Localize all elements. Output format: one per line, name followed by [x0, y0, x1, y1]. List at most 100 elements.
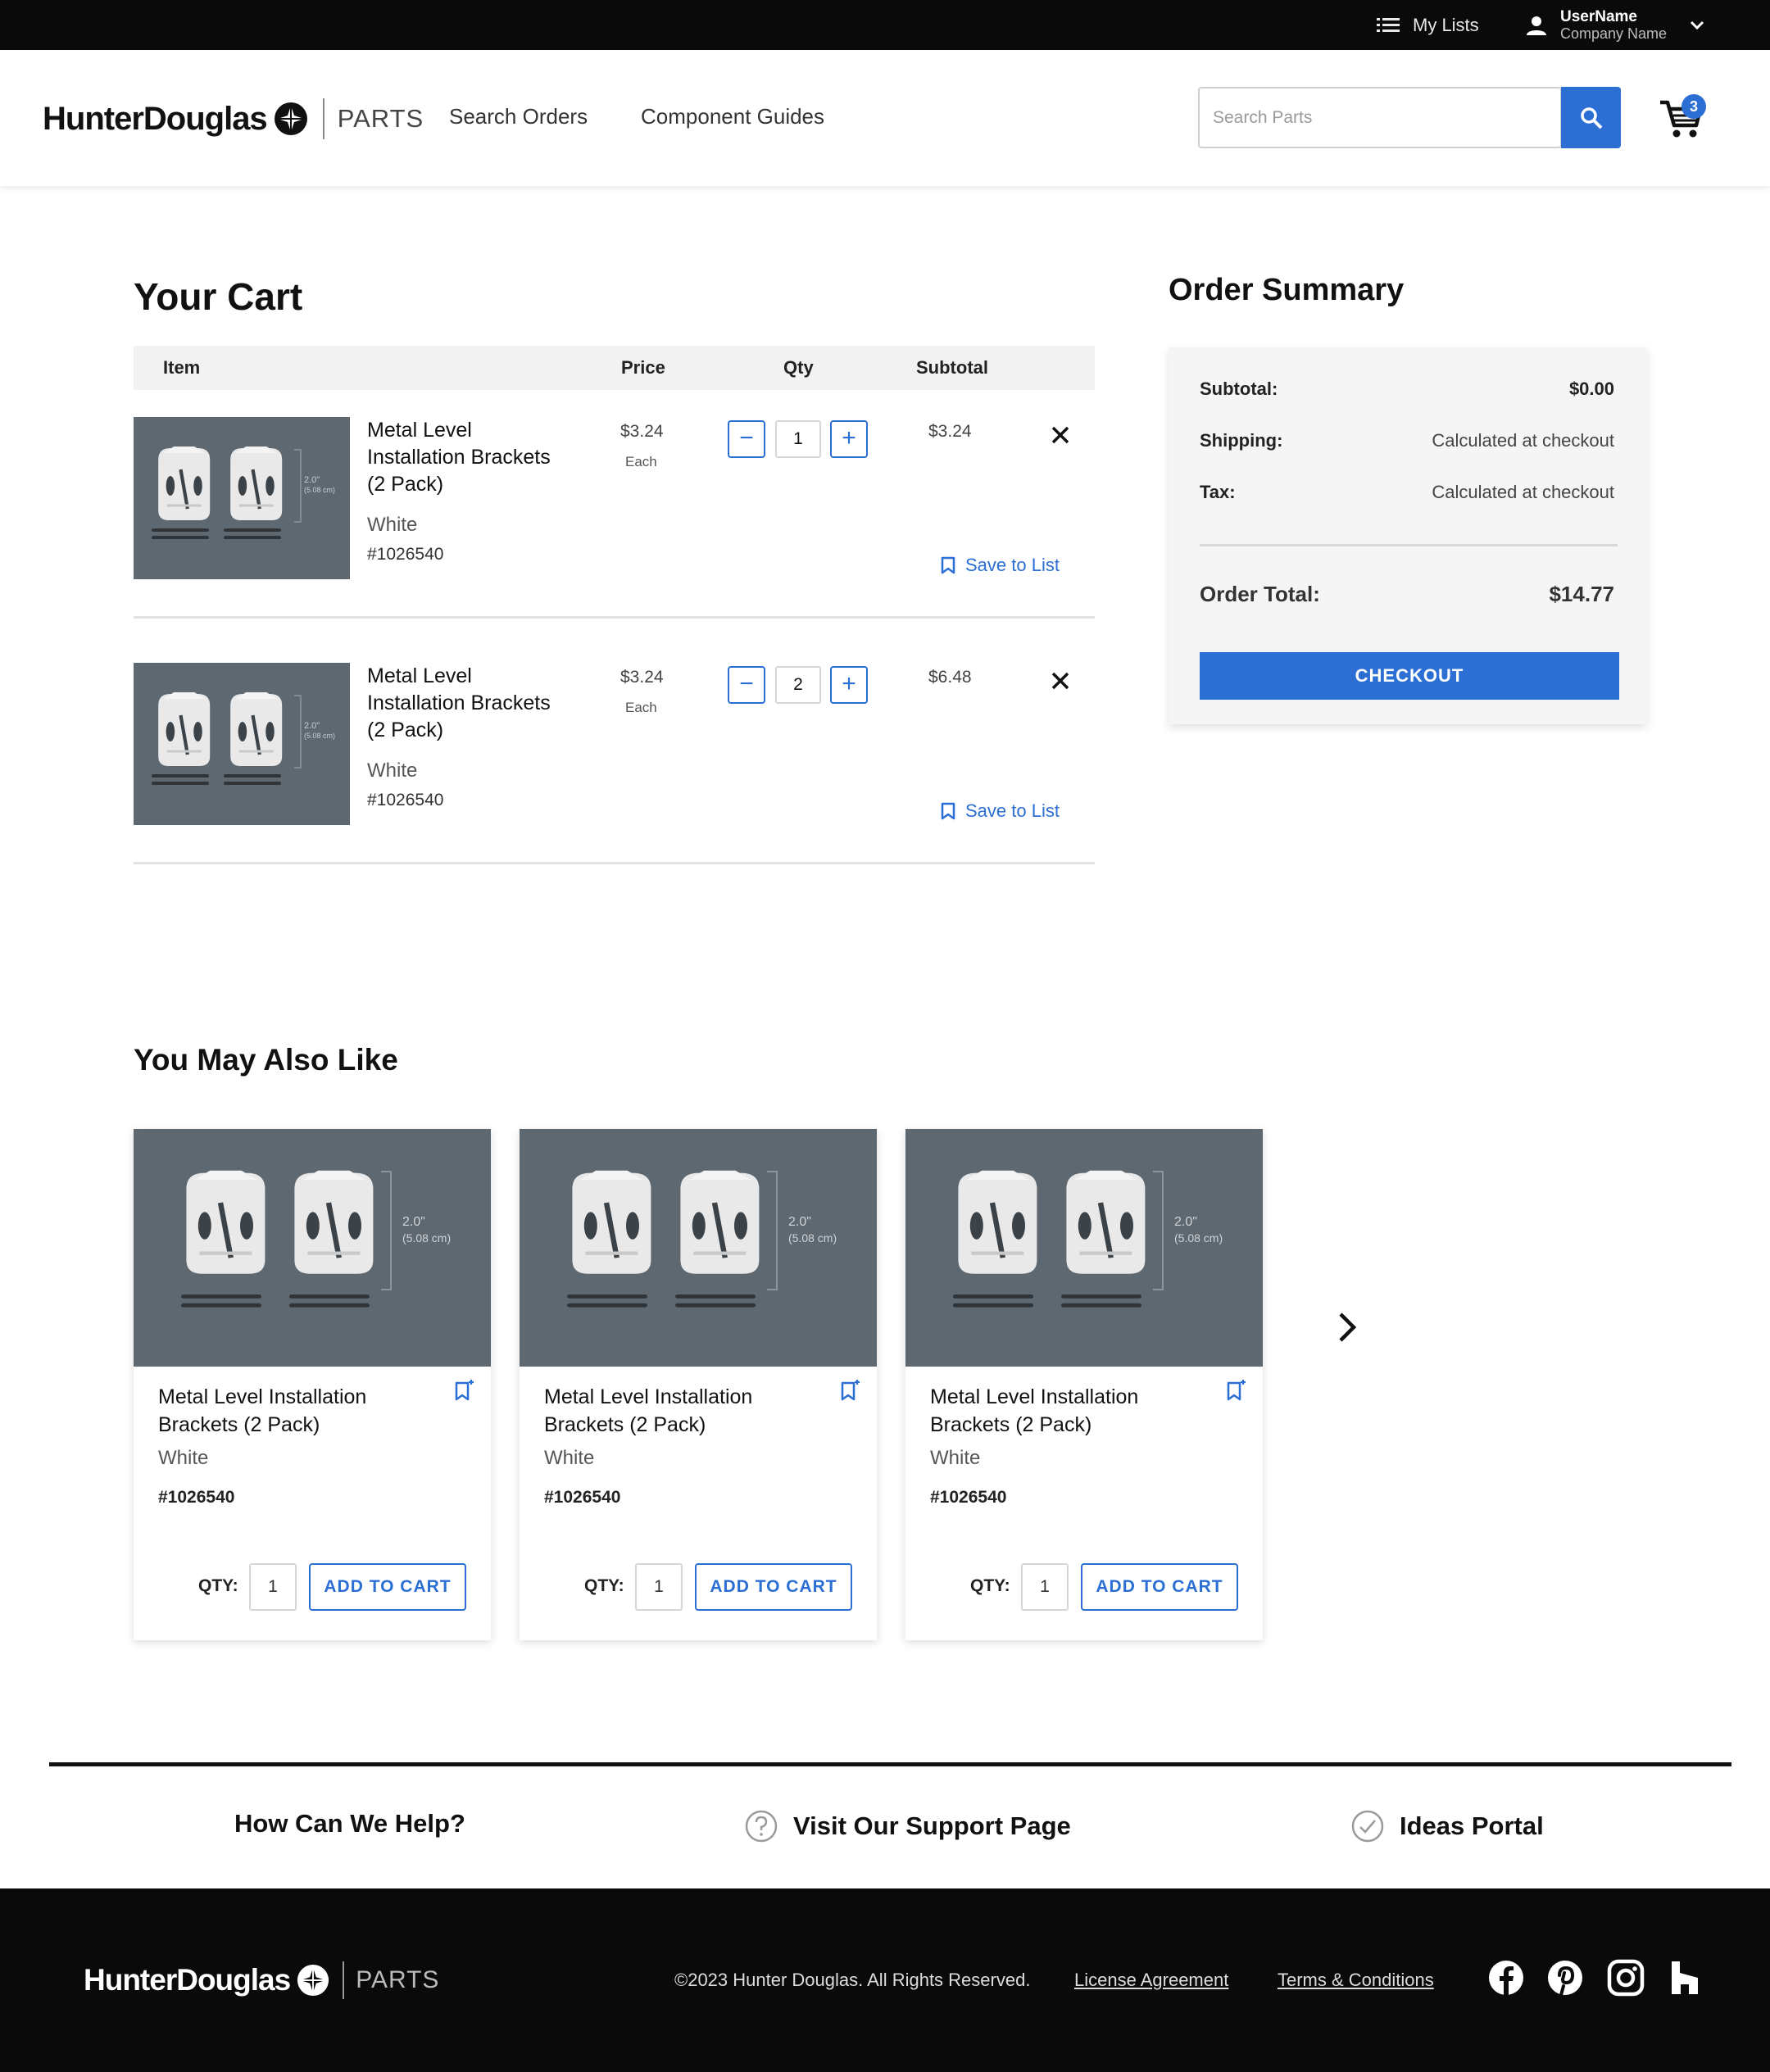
row-divider	[134, 862, 1095, 864]
product-color: White	[367, 514, 418, 536]
decrease-qty-button[interactable]: −	[728, 666, 765, 704]
utility-bar: My Lists UserName Company Name	[0, 0, 1770, 50]
order-total-value: $14.77	[1549, 582, 1614, 606]
qty-input[interactable]	[1021, 1563, 1069, 1611]
qty-label: QTY:	[198, 1576, 238, 1595]
user-menu[interactable]: UserName Company Name	[1526, 5, 1704, 46]
product-image[interactable]: 2.0" (5.08 cm)	[134, 1129, 491, 1367]
dimension-label: 2.0"	[304, 721, 320, 731]
dimension-metric: (5.08 cm)	[1174, 1231, 1223, 1245]
product-title[interactable]: Metal Level Installation Brackets (2 Pac…	[367, 417, 572, 498]
product-title[interactable]: Metal Level Installation Brackets (2 Pac…	[930, 1383, 1200, 1439]
col-subtotal: Subtotal	[916, 357, 988, 378]
product-image[interactable]: 2.0" (5.08 cm)	[520, 1129, 877, 1367]
unit-price: $3.24	[620, 422, 664, 441]
footer-logo-parts: PARTS	[356, 1966, 440, 1993]
cart-title: Your Cart	[134, 275, 303, 318]
bookmark-icon	[941, 556, 955, 574]
dimension-label: 2.0"	[788, 1215, 811, 1229]
save-to-list-link[interactable]: Save to List	[941, 555, 1060, 576]
qty-input[interactable]	[775, 666, 821, 704]
qty-input[interactable]	[249, 1563, 297, 1611]
row-divider	[134, 616, 1095, 619]
order-summary-panel: Subtotal: $0.00 Shipping: Calculated at …	[1169, 347, 1647, 724]
unit-label: Each	[625, 700, 657, 715]
unit-price: $3.24	[620, 668, 664, 687]
check-circle-icon	[1351, 1810, 1384, 1843]
search-input[interactable]	[1200, 88, 1560, 147]
dimension-metric: (5.08 cm)	[402, 1231, 451, 1245]
increase-qty-button[interactable]: +	[830, 420, 868, 458]
add-to-cart-button[interactable]: ADD TO CART	[695, 1563, 852, 1611]
cart-table-header: Item Price Qty Subtotal	[134, 346, 1095, 390]
save-to-list-icon[interactable]	[1225, 1380, 1246, 1403]
facebook-icon[interactable]	[1486, 1958, 1526, 1997]
support-page-link[interactable]: Visit Our Support Page	[744, 1809, 1071, 1843]
houzz-icon[interactable]	[1665, 1958, 1704, 1997]
order-summary-title: Order Summary	[1169, 273, 1405, 307]
help-title: How Can We Help?	[234, 1809, 465, 1838]
logo-mark-icon	[274, 102, 307, 135]
site-logo[interactable]: HunterDouglas PARTS	[43, 94, 424, 143]
product-color: White	[930, 1447, 981, 1469]
remove-item-icon[interactable]	[1042, 417, 1078, 453]
site-header: HunterDouglas PARTS Search Orders Compon…	[0, 50, 1770, 186]
decrease-qty-button[interactable]: −	[728, 420, 765, 458]
subtotal-label: Subtotal:	[1200, 379, 1278, 399]
order-total-label: Order Total:	[1200, 582, 1320, 606]
product-title[interactable]: Metal Level Installation Brackets (2 Pac…	[544, 1383, 815, 1439]
qty-label: QTY:	[970, 1576, 1010, 1595]
add-to-cart-button[interactable]: ADD TO CART	[1081, 1563, 1238, 1611]
product-color: White	[158, 1447, 209, 1469]
help-divider	[49, 1762, 1731, 1766]
carousel-next-icon[interactable]	[1329, 1308, 1365, 1347]
save-to-list-link[interactable]: Save to List	[941, 800, 1060, 822]
tax-value: Calculated at checkout	[1432, 482, 1614, 502]
cart-item-row: 2.0" (5.08 cm) Metal Level Installation …	[134, 417, 1095, 619]
search-box	[1198, 87, 1562, 148]
my-lists-link[interactable]: My Lists	[1377, 11, 1479, 39]
save-to-list-icon[interactable]	[839, 1380, 860, 1403]
remove-item-icon[interactable]	[1042, 663, 1078, 699]
product-color: White	[544, 1447, 595, 1469]
product-title[interactable]: Metal Level Installation Brackets (2 Pac…	[158, 1383, 429, 1439]
terms-conditions-link[interactable]: Terms & Conditions	[1278, 1970, 1434, 1991]
my-lists-label: My Lists	[1413, 15, 1479, 35]
qty-input[interactable]	[775, 420, 821, 458]
product-sku: #1026540	[544, 1488, 621, 1507]
product-sku: #1026540	[367, 545, 444, 564]
save-to-list-label: Save to List	[965, 555, 1060, 575]
save-to-list-label: Save to List	[965, 800, 1060, 821]
product-card: 2.0" (5.08 cm) Metal Level Installation …	[134, 1129, 491, 1640]
shipping-value: Calculated at checkout	[1432, 430, 1614, 451]
cart-item-row: 2.0" (5.08 cm) Metal Level Installation …	[134, 663, 1095, 864]
help-heading: How Can We Help?	[234, 1809, 465, 1839]
search-button[interactable]	[1561, 87, 1621, 148]
nav-search-orders[interactable]: Search Orders	[449, 104, 588, 129]
increase-qty-button[interactable]: +	[830, 666, 868, 704]
col-item: Item	[163, 357, 201, 378]
footer-logo[interactable]: HunterDouglas PARTS	[84, 1957, 439, 2003]
ideas-portal-link[interactable]: Ideas Portal	[1350, 1809, 1544, 1843]
dimension-metric: (5.08 cm)	[304, 486, 335, 494]
footer-logo-brand: HunterDouglas	[84, 1963, 291, 1997]
save-to-list-icon[interactable]	[453, 1380, 474, 1403]
checkout-button[interactable]: CHECKOUT	[1200, 652, 1619, 700]
cart-count-badge: 3	[1682, 94, 1706, 119]
dimension-metric: (5.08 cm)	[304, 732, 335, 740]
recommendations-title: You May Also Like	[134, 1043, 398, 1077]
nav-component-guides[interactable]: Component Guides	[641, 104, 824, 129]
add-to-cart-button[interactable]: ADD TO CART	[309, 1563, 466, 1611]
user-icon	[1527, 16, 1546, 35]
pinterest-icon[interactable]	[1545, 1958, 1585, 1997]
line-subtotal: $3.24	[928, 422, 972, 441]
tax-label: Tax:	[1200, 482, 1236, 502]
support-label: Visit Our Support Page	[793, 1811, 1071, 1840]
username: UserName	[1560, 8, 1637, 25]
qty-input[interactable]	[635, 1563, 683, 1611]
license-agreement-link[interactable]: License Agreement	[1074, 1970, 1228, 1991]
instagram-icon[interactable]	[1606, 1958, 1645, 1997]
col-price: Price	[621, 357, 665, 378]
product-image[interactable]: 2.0" (5.08 cm)	[905, 1129, 1263, 1367]
product-title[interactable]: Metal Level Installation Brackets (2 Pac…	[367, 663, 572, 744]
